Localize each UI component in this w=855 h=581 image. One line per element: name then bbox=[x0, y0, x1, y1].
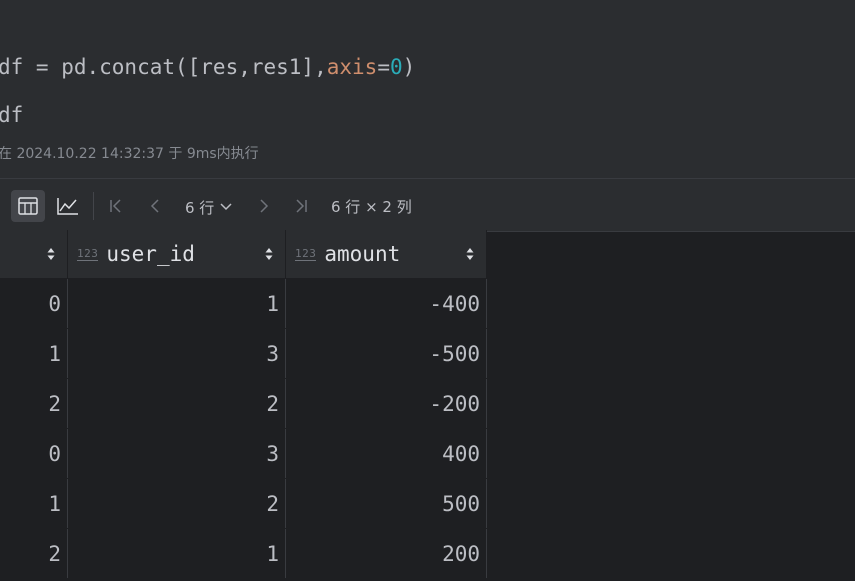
code-text: df = pd.concat([res,res1], bbox=[0, 55, 327, 79]
next-page-button[interactable] bbox=[252, 190, 276, 222]
code-cell[interactable]: df = pd.concat([res,res1],axis=0) df 在 2… bbox=[0, 0, 855, 168]
first-page-icon bbox=[110, 199, 121, 213]
last-page-button[interactable] bbox=[289, 190, 313, 222]
row-index-cell: 0 bbox=[0, 428, 68, 479]
table-row[interactable]: 0 1 -400 bbox=[0, 278, 487, 329]
row-index-cell: 1 bbox=[0, 478, 68, 529]
last-page-icon bbox=[296, 199, 307, 213]
row-index-cell: 1 bbox=[0, 328, 68, 379]
rows-label: 6 行 bbox=[185, 198, 215, 217]
code-keyword-arg: axis bbox=[326, 55, 378, 79]
table-view-button[interactable] bbox=[11, 190, 45, 222]
sort-icon[interactable] bbox=[466, 247, 474, 261]
user-id-header-label: user_id bbox=[106, 242, 195, 266]
output-panel: 6 行 6 行 × 2 列 123 user_id 123 amount 0 1… bbox=[0, 178, 855, 581]
user-id-cell[interactable]: 2 bbox=[67, 378, 286, 429]
user-id-cell[interactable]: 3 bbox=[67, 328, 286, 379]
dimensions-label: 6 行 × 2 列 bbox=[331, 198, 412, 216]
chart-icon bbox=[57, 198, 78, 215]
code-line-1[interactable]: df = pd.concat([res,res1],axis=0) bbox=[0, 55, 415, 79]
amount-cell[interactable]: -200 bbox=[285, 378, 487, 429]
row-index-cell: 0 bbox=[0, 278, 68, 329]
sort-icon[interactable] bbox=[47, 247, 55, 261]
code-line-2[interactable]: df bbox=[0, 103, 23, 127]
amount-cell[interactable]: 400 bbox=[285, 428, 487, 479]
prev-page-button[interactable] bbox=[143, 190, 167, 222]
chevron-right-icon bbox=[260, 199, 269, 213]
table-row[interactable]: 1 3 -500 bbox=[0, 328, 487, 379]
dataframe-table: 123 user_id 123 amount 0 1 -400 1 3 -500… bbox=[0, 230, 487, 579]
amount-cell[interactable]: 200 bbox=[285, 528, 487, 579]
amount-cell[interactable]: -400 bbox=[285, 278, 487, 329]
toolbar-separator bbox=[93, 192, 94, 220]
numeric-type-icon: 123 bbox=[77, 246, 99, 261]
chart-view-button[interactable] bbox=[51, 190, 85, 222]
code-operator: = bbox=[377, 55, 390, 79]
user-id-cell[interactable]: 2 bbox=[67, 478, 286, 529]
first-page-button[interactable] bbox=[104, 190, 128, 222]
table-row[interactable]: 0 3 400 bbox=[0, 428, 487, 479]
user-id-cell[interactable]: 1 bbox=[67, 528, 286, 579]
rows-per-page-dropdown[interactable]: 6 行 bbox=[185, 197, 232, 217]
amount-column-header[interactable]: 123 amount bbox=[285, 230, 487, 279]
table-row[interactable]: 2 1 200 bbox=[0, 528, 487, 579]
output-toolbar: 6 行 6 行 × 2 列 bbox=[0, 178, 855, 232]
sort-icon[interactable] bbox=[265, 247, 273, 261]
table-row[interactable]: 1 2 500 bbox=[0, 478, 487, 529]
table-icon bbox=[18, 197, 38, 215]
code-number: 0 bbox=[389, 55, 403, 79]
amount-cell[interactable]: 500 bbox=[285, 478, 487, 529]
user-id-cell[interactable]: 1 bbox=[67, 278, 286, 329]
index-column-header[interactable] bbox=[0, 230, 68, 279]
numeric-type-icon: 123 bbox=[295, 246, 317, 261]
chevron-down-icon bbox=[220, 203, 232, 211]
user-id-cell[interactable]: 3 bbox=[67, 428, 286, 479]
execution-info: 在 2024.10.22 14:32:37 于 9ms内执行 bbox=[0, 146, 259, 162]
code-text-end: ) bbox=[402, 55, 416, 79]
amount-cell[interactable]: -500 bbox=[285, 328, 487, 379]
row-index-cell: 2 bbox=[0, 528, 68, 579]
table-header-row: 123 user_id 123 amount bbox=[0, 230, 487, 279]
table-row[interactable]: 2 2 -200 bbox=[0, 378, 487, 429]
chevron-left-icon bbox=[150, 199, 159, 213]
row-index-cell: 2 bbox=[0, 378, 68, 429]
amount-header-label: amount bbox=[324, 242, 401, 266]
user-id-column-header[interactable]: 123 user_id bbox=[67, 230, 286, 279]
